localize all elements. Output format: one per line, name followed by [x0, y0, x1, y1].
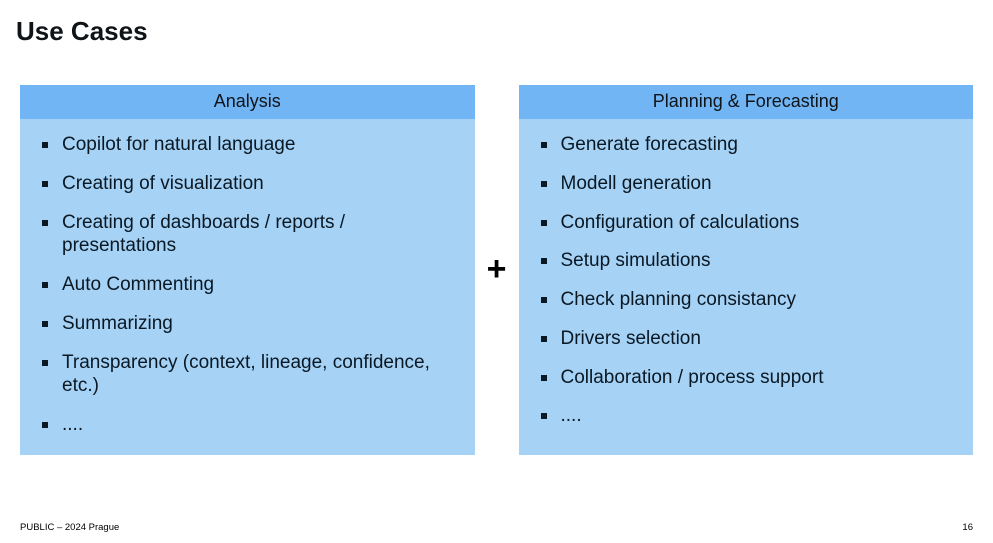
list-item: Check planning consistancy — [541, 288, 952, 312]
list-item-label: Summarizing — [62, 312, 173, 336]
footer: PUBLIC – 2024 Prague 16 — [20, 522, 973, 533]
plus-column: + — [475, 85, 519, 455]
list-item: Collaboration / process support — [541, 366, 952, 390]
list-item-label: Copilot for natural language — [62, 133, 295, 157]
bullet-icon — [42, 220, 48, 226]
list-item-label: Modell generation — [561, 172, 712, 196]
bullet-icon — [42, 321, 48, 327]
bullet-icon — [541, 220, 547, 226]
list-item-label: .... — [62, 413, 83, 437]
list-item-label: Setup simulations — [561, 249, 711, 273]
list-item-label: Auto Commenting — [62, 273, 214, 297]
bullet-icon — [541, 336, 547, 342]
plus-icon: + — [487, 250, 507, 289]
card-planning: Planning & Forecasting Generate forecast… — [519, 85, 974, 455]
bullet-icon — [42, 142, 48, 148]
bullet-icon — [541, 258, 547, 264]
footer-left: PUBLIC – 2024 Prague — [20, 522, 119, 533]
card-body-planning: Generate forecasting Modell generation C… — [519, 119, 974, 446]
list-item-label: Transparency (context, lineage, confiden… — [62, 351, 453, 399]
bullet-icon — [541, 375, 547, 381]
bullet-icon — [42, 181, 48, 187]
list-item-label: Creating of visualization — [62, 172, 264, 196]
list-item-label: Configuration of calculations — [561, 211, 800, 235]
bullet-icon — [541, 413, 547, 419]
list-item-label: Creating of dashboards / reports / prese… — [62, 211, 453, 259]
list-item: Summarizing — [42, 312, 453, 336]
columns: Analysis Copilot for natural language Cr… — [20, 85, 973, 455]
card-body-analysis: Copilot for natural language Creating of… — [20, 119, 475, 455]
bullet-icon — [42, 422, 48, 428]
list-item: Creating of visualization — [42, 172, 453, 196]
list-item-label: Collaboration / process support — [561, 366, 824, 390]
list-item: Modell generation — [541, 172, 952, 196]
list-item-label: .... — [561, 404, 582, 428]
list-item: Drivers selection — [541, 327, 952, 351]
list-item: Configuration of calculations — [541, 211, 952, 235]
bullet-icon — [541, 142, 547, 148]
bullet-icon — [42, 360, 48, 366]
list-item-label: Drivers selection — [561, 327, 701, 351]
list-item: Transparency (context, lineage, confiden… — [42, 351, 453, 399]
card-header-analysis: Analysis — [20, 85, 475, 119]
list-item: .... — [42, 413, 453, 437]
list-item: Setup simulations — [541, 249, 952, 273]
list-item: .... — [541, 404, 952, 428]
list-item: Copilot for natural language — [42, 133, 453, 157]
bullet-icon — [42, 282, 48, 288]
page-number: 16 — [962, 522, 973, 533]
list-item: Creating of dashboards / reports / prese… — [42, 211, 453, 259]
card-analysis: Analysis Copilot for natural language Cr… — [20, 85, 475, 455]
list-item-label: Check planning consistancy — [561, 288, 797, 312]
list-item-label: Generate forecasting — [561, 133, 738, 157]
slide: Use Cases Analysis Copilot for natural l… — [0, 0, 993, 543]
page-title: Use Cases — [16, 16, 973, 47]
bullet-icon — [541, 181, 547, 187]
card-header-planning: Planning & Forecasting — [519, 85, 974, 119]
list-item: Generate forecasting — [541, 133, 952, 157]
list-item: Auto Commenting — [42, 273, 453, 297]
bullet-icon — [541, 297, 547, 303]
